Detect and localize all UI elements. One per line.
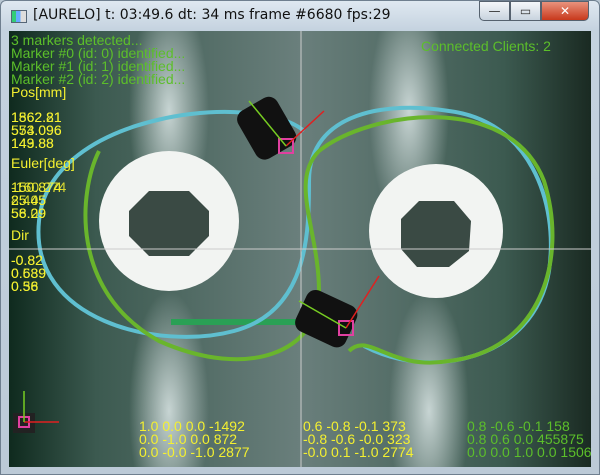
maximize-button[interactable]: ▭ [510, 1, 541, 21]
robot-1 [237, 96, 325, 160]
window-title: [AURELO] t: 03:49.6 dt: 34 ms frame #668… [33, 7, 391, 23]
matrix-2-row: -0.0 0.1 -1.0 2774 [303, 444, 414, 460]
euler-label: Euler[deg] [11, 155, 75, 171]
dir-values: -0.82 0.689 0.56 -0.82 0.539 0.38 [11, 253, 46, 294]
app-icon [11, 10, 27, 23]
matrix-3: 0.8 -0.6 -0.1 158 0.8 0.6 0.0 455875 0.0 0… [467, 419, 591, 460]
matrix-2: 0.6 -0.8 -0.1 373 -0.8 -0.6 -0.0 323 -0.0 … [303, 419, 414, 460]
camera-view: 3 markers detected... Marker #0 (id: 0) … [9, 31, 591, 467]
dir-z-alt: 0.38 [11, 278, 39, 294]
pos-values: 1862.81 553.096 149.88 1562.21 574.096 143.88 [11, 110, 62, 151]
dir-label: Dir [11, 227, 29, 243]
close-button[interactable]: ✕ [541, 1, 589, 21]
matrix-1-row: 0.0 -0.0 -1.0 2877 [139, 444, 250, 460]
pos-z-alt: 143.88 [11, 135, 54, 151]
green-strip [171, 319, 301, 325]
matrix-1: 1.0 0.0 0.0 -1492 0.0 -1.0 0.0 872 0.0 -0.… [139, 419, 250, 460]
track-overlay [9, 31, 591, 467]
connected-clients: Connected Clients: 2 [421, 38, 551, 54]
gear-right-hole [401, 201, 471, 267]
title-bar[interactable]: [AURELO] t: 03:49.6 dt: 34 ms frame #668… [1, 1, 600, 31]
euler-values: 150.874 25.45 58.29 -160.274 8.405 56.09 [11, 180, 66, 220]
robot-2 [295, 275, 380, 348]
matrix-3-row: 0.0 0.0 1.0 0.0 1506 [467, 444, 591, 460]
pos-label: Pos[mm] [11, 84, 67, 100]
minimize-button[interactable]: — [479, 1, 510, 21]
app-window: [AURELO] t: 03:49.6 dt: 34 ms frame #668… [0, 0, 600, 475]
gear-left-hole [129, 191, 209, 256]
euler-z-alt: 56.09 [11, 205, 47, 221]
robot-3 [13, 391, 59, 433]
